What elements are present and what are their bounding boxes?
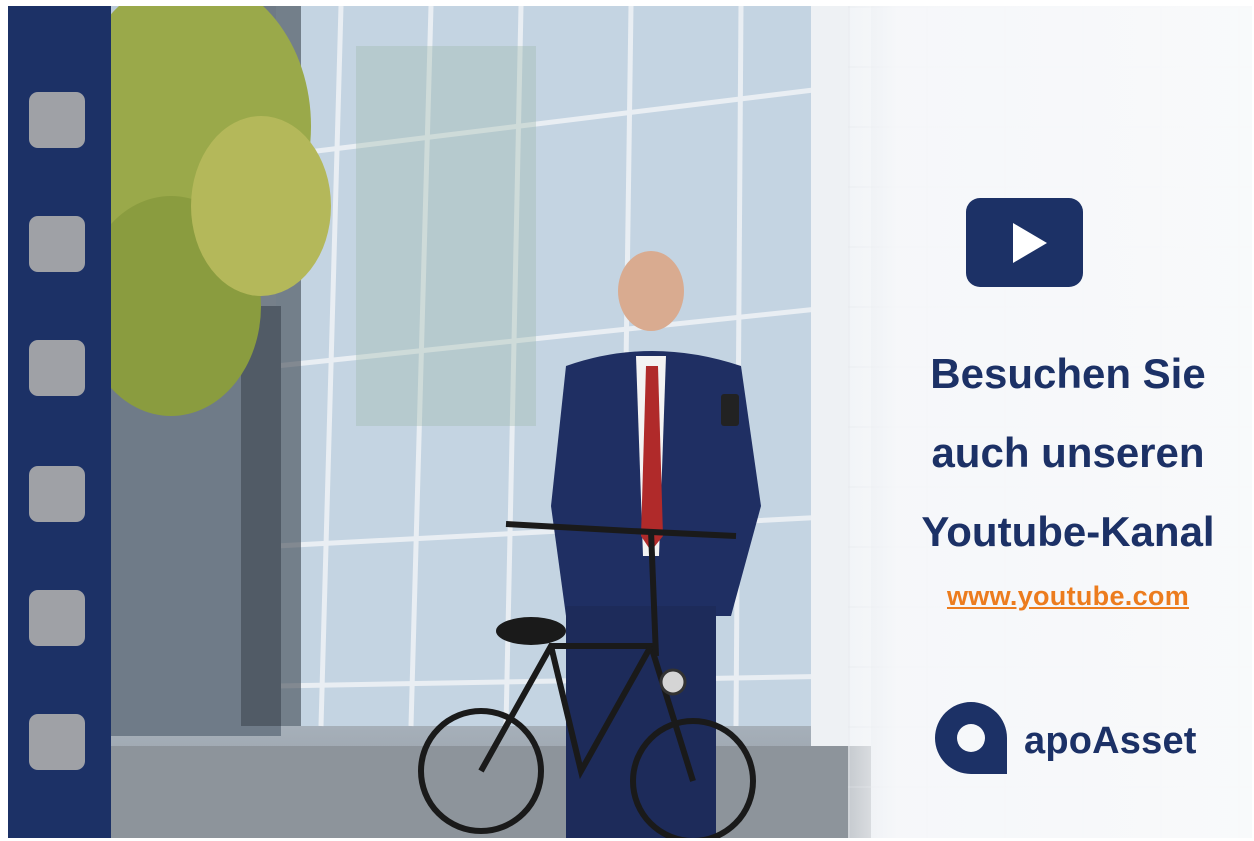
film-strip — [8, 6, 111, 838]
headline-line-1: Besuchen Sie — [930, 350, 1206, 397]
youtube-link[interactable]: www.youtube.com — [888, 581, 1248, 612]
film-perforation — [29, 714, 85, 770]
film-perforation — [29, 466, 85, 522]
film-perforation — [29, 92, 85, 148]
headline: Besuchen Sie auch unseren Youtube-Kanal — [888, 334, 1248, 571]
apoasset-logo-icon — [935, 702, 1007, 774]
film-perforation — [29, 590, 85, 646]
film-perforation — [29, 216, 85, 272]
play-icon[interactable] — [966, 198, 1083, 287]
headline-line-2: auch unseren — [931, 429, 1205, 476]
photo-illustration — [111, 6, 871, 838]
brand-name: apoAsset — [1024, 720, 1197, 762]
youtube-banner: Besuchen Sie auch unseren Youtube-Kanal … — [8, 6, 1252, 838]
background-photo — [111, 6, 871, 838]
headline-line-3: Youtube-Kanal — [921, 508, 1215, 555]
film-perforation — [29, 340, 85, 396]
